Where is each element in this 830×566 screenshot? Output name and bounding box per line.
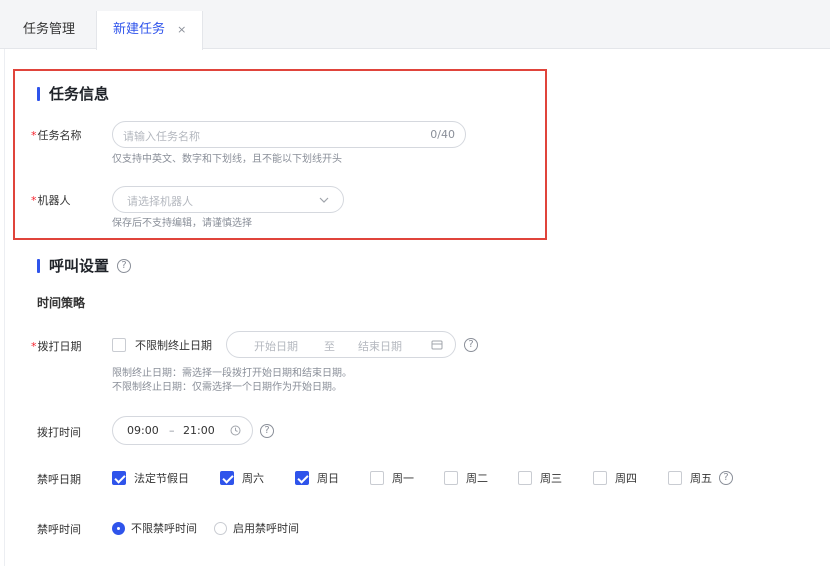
day-label: 周四 [615, 472, 637, 485]
robot-hint: 保存后不支持编辑，请谨慎选择 [112, 218, 252, 229]
chevron-down-icon [319, 197, 329, 203]
section-title-call-settings: 呼叫设置 ? [37, 255, 132, 276]
checkbox-label: 不限制终止日期 [135, 339, 212, 352]
tab-label: 任务管理 [23, 22, 76, 37]
checkbox[interactable] [112, 471, 126, 485]
required-mark: * [31, 340, 37, 353]
day-checkbox-saturday[interactable]: 周六 [220, 470, 264, 486]
day-checkbox-sunday[interactable]: 周日 [295, 470, 339, 486]
task-name-hint: 仅支持中英文、数字和下划线，且不能以下划线开头 [112, 154, 342, 165]
task-name-label: *任务名称 [31, 129, 82, 142]
day-label: 周五 [690, 472, 712, 485]
end-date-placeholder: 结束日期 [358, 340, 402, 353]
radio-unlimited[interactable]: 不限禁呼时间 [112, 520, 197, 536]
day-checkbox-monday[interactable]: 周一 [370, 470, 414, 486]
day-checkbox-friday[interactable]: 周五 ? [668, 470, 733, 486]
date-hint-unlimited: 不限制终止日期：仅需选择一个日期作为开始日期。 [112, 382, 342, 393]
section-title-text: 任务信息 [49, 85, 110, 103]
day-label: 周六 [242, 472, 264, 485]
time-strategy-heading: 时间策略 [37, 296, 86, 310]
day-label: 法定节假日 [134, 472, 189, 485]
calendar-icon [431, 340, 443, 350]
time-range-picker[interactable]: 09:00 – 21:00 [112, 416, 253, 445]
radio-enable[interactable]: 启用禁呼时间 [214, 520, 299, 536]
date-range-picker[interactable]: 开始日期 至 结束日期 [226, 331, 456, 358]
tab-label: 新建任务 [113, 22, 166, 37]
task-name-input[interactable]: 请输入任务名称 0/40 [112, 121, 466, 148]
top-strip [0, 0, 830, 11]
time-end: 21:00 [183, 424, 215, 437]
checkbox[interactable] [593, 471, 607, 485]
day-label: 周二 [466, 472, 488, 485]
day-label: 周一 [392, 472, 414, 485]
tab-bar: 任务管理 新建任务 × [0, 11, 830, 50]
robot-select[interactable]: 请选择机器人 [112, 186, 344, 213]
section-title-text: 呼叫设置 [49, 257, 110, 275]
no-call-time-label: 禁呼时间 [37, 523, 81, 536]
radio-button[interactable] [214, 521, 227, 535]
day-label: 周三 [540, 472, 562, 485]
task-name-placeholder: 请输入任务名称 [123, 130, 200, 143]
time-separator: – [169, 424, 175, 437]
required-mark: * [31, 194, 37, 207]
checkbox[interactable] [112, 338, 126, 352]
tab-task-management[interactable]: 任务管理 [13, 11, 85, 49]
checkbox[interactable] [220, 471, 234, 485]
char-counter: 0/40 [430, 128, 455, 141]
section-marker [37, 258, 40, 273]
day-checkbox-wednesday[interactable]: 周三 [518, 470, 562, 486]
checkbox[interactable] [295, 471, 309, 485]
day-label: 周日 [317, 472, 339, 485]
day-checkbox-holiday[interactable]: 法定节假日 [112, 470, 189, 486]
help-icon[interactable]: ? [719, 471, 733, 485]
divider [4, 49, 5, 566]
date-hint-limited: 限制终止日期：需选择一段拨打开始日期和结束日期。 [112, 368, 352, 379]
help-icon[interactable]: ? [117, 258, 132, 273]
checkbox[interactable] [370, 471, 384, 485]
close-icon[interactable]: × [177, 23, 186, 36]
day-checkbox-tuesday[interactable]: 周二 [444, 470, 488, 486]
no-call-date-label: 禁呼日期 [37, 473, 81, 486]
section-title-task-info: 任务信息 [37, 83, 109, 104]
dial-time-label: 拨打时间 [37, 426, 81, 439]
section-marker [37, 86, 40, 101]
day-checkbox-thursday[interactable]: 周四 [593, 470, 637, 486]
checkbox[interactable] [518, 471, 532, 485]
time-start: 09:00 [127, 424, 159, 437]
required-mark: * [31, 129, 37, 142]
help-icon[interactable]: ? [260, 424, 274, 438]
robot-label: *机器人 [31, 194, 71, 207]
radio-label: 启用禁呼时间 [233, 522, 299, 535]
start-date-placeholder: 开始日期 [254, 340, 298, 353]
help-icon[interactable]: ? [464, 338, 478, 352]
radio-label: 不限禁呼时间 [131, 522, 197, 535]
checkbox[interactable] [668, 471, 682, 485]
tab-new-task[interactable]: 新建任务 × [96, 11, 203, 50]
robot-placeholder: 请选择机器人 [127, 195, 193, 208]
unlimited-end-checkbox[interactable]: 不限制终止日期 [112, 337, 212, 353]
dial-date-label: *拨打日期 [31, 340, 82, 353]
range-separator: 至 [324, 340, 335, 353]
radio-button[interactable] [112, 521, 125, 535]
clock-icon [230, 425, 241, 436]
checkbox[interactable] [444, 471, 458, 485]
